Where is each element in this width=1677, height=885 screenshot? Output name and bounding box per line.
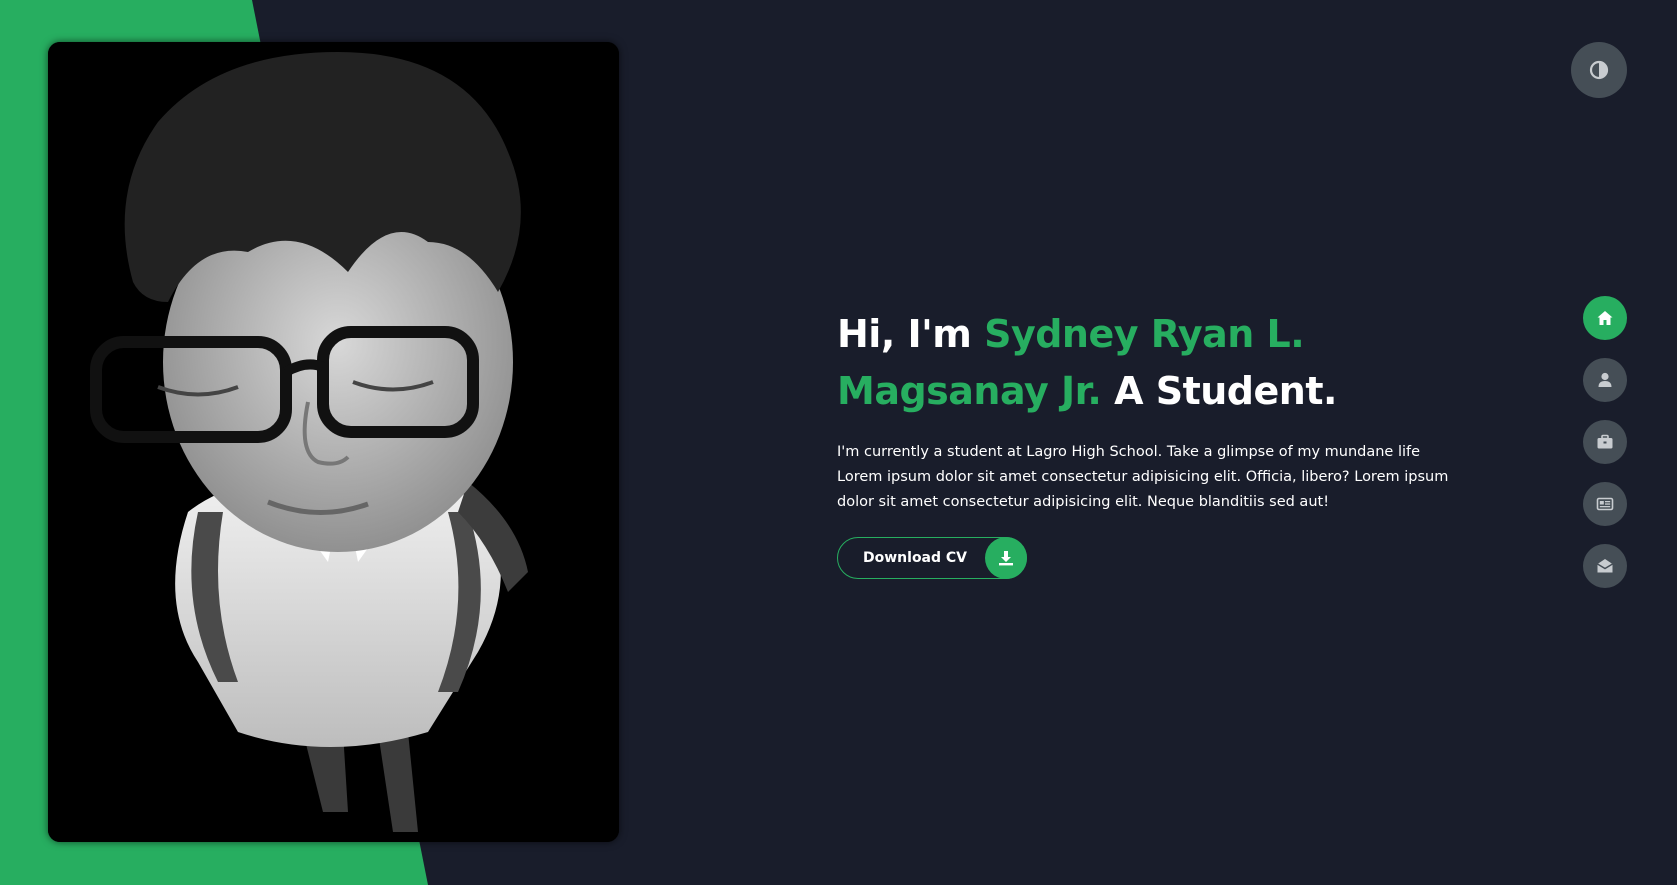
- nav-about-button[interactable]: [1583, 358, 1627, 402]
- nav-home-button[interactable]: [1583, 296, 1627, 340]
- profile-photo-illustration: [48, 42, 619, 842]
- page: Hi, I'm Sydney Ryan L. Magsanay Jr. A St…: [0, 0, 1677, 885]
- download-cv-button[interactable]: Download CV: [837, 537, 1027, 579]
- profile-photo: [48, 42, 619, 842]
- greeting-text: Hi, I'm: [837, 312, 985, 356]
- download-icon: [985, 537, 1027, 579]
- role-text: A Student.: [1101, 369, 1337, 413]
- briefcase-icon: [1597, 434, 1613, 449]
- home-icon: [1597, 311, 1613, 325]
- download-cv-label: Download CV: [863, 550, 968, 566]
- newspaper-icon: [1596, 497, 1614, 511]
- theme-toggle-button[interactable]: [1571, 42, 1627, 98]
- nav-portfolio-button[interactable]: [1583, 420, 1627, 464]
- envelope-open-icon: [1597, 559, 1613, 573]
- bio-paragraph: I'm currently a student at Lagro High Sc…: [837, 444, 1449, 510]
- nav-blogs-button[interactable]: [1583, 482, 1627, 526]
- hero-headline: Hi, I'm Sydney Ryan L. Magsanay Jr. A St…: [837, 306, 1457, 420]
- contrast-icon: [1589, 60, 1609, 80]
- user-icon: [1598, 372, 1612, 387]
- hero-content: Hi, I'm Sydney Ryan L. Magsanay Jr. A St…: [837, 306, 1457, 579]
- side-navigation: [1583, 296, 1627, 606]
- nav-contact-button[interactable]: [1583, 544, 1627, 588]
